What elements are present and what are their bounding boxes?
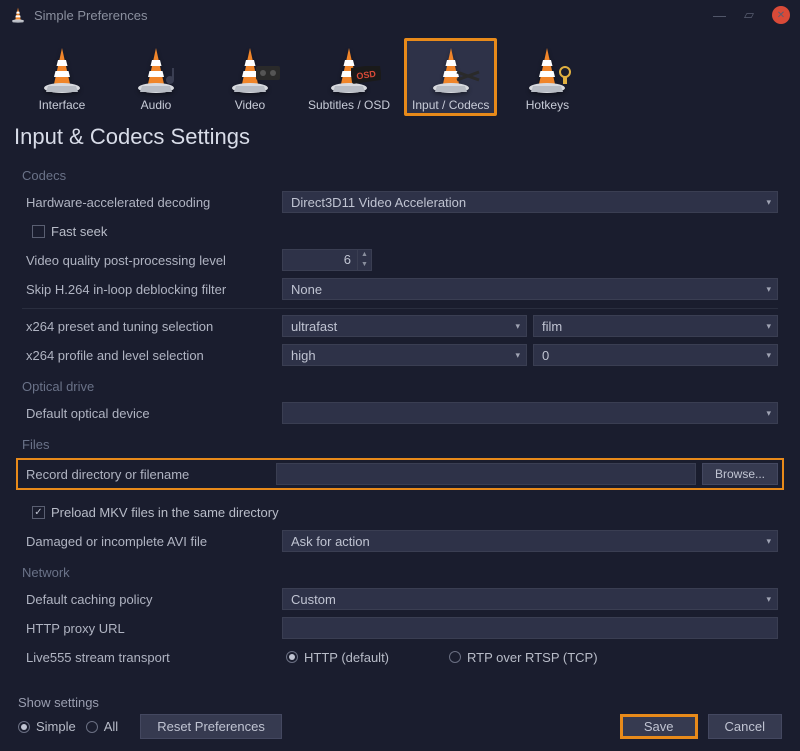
category-tabs: Interface Audio Video OSDSubtitles / OSD… xyxy=(0,30,800,120)
fast-seek-checkbox[interactable]: Fast seek xyxy=(22,224,107,239)
record-path-label: Record directory or filename xyxy=(22,467,276,482)
tab-audio[interactable]: Audio xyxy=(112,38,200,116)
show-settings-label: Show settings xyxy=(18,695,282,710)
hw-decode-select[interactable]: Direct3D11 Video Acceleration xyxy=(282,191,778,213)
checkbox-icon xyxy=(32,225,45,238)
preload-mkv-checkbox[interactable]: Preload MKV files in the same directory xyxy=(22,505,279,520)
section-codecs: Codecs xyxy=(22,160,778,189)
skip-filter-label: Skip H.264 in-loop deblocking filter xyxy=(22,282,282,297)
record-path-row: Record directory or filename Browse... xyxy=(16,458,784,490)
x264-profile-label: x264 profile and level selection xyxy=(22,348,282,363)
x264-preset-label: x264 preset and tuning selection xyxy=(22,319,282,334)
save-button[interactable]: Save xyxy=(620,714,698,739)
caching-select[interactable]: Custom xyxy=(282,588,778,610)
x264-level-select[interactable]: 0 xyxy=(533,344,778,366)
radio-simple[interactable]: Simple xyxy=(18,719,76,734)
section-files: Files xyxy=(22,429,778,458)
tab-interface[interactable]: Interface xyxy=(18,38,106,116)
x264-profile-select[interactable]: high xyxy=(282,344,527,366)
minimize-icon[interactable]: — xyxy=(713,8,726,23)
optical-device-select[interactable] xyxy=(282,402,778,424)
titlebar: Simple Preferences — ▱ ✕ xyxy=(0,0,800,30)
quality-label: Video quality post-processing level xyxy=(22,253,282,268)
radio-icon xyxy=(286,651,298,663)
hw-decode-label: Hardware-accelerated decoding xyxy=(22,195,282,210)
checkbox-icon xyxy=(32,506,45,519)
section-network: Network xyxy=(22,557,778,586)
tab-input-codecs[interactable]: Input / Codecs xyxy=(404,38,497,116)
record-path-input[interactable] xyxy=(276,463,696,485)
section-optical: Optical drive xyxy=(22,371,778,400)
app-icon xyxy=(10,7,26,23)
tab-subtitles[interactable]: OSDSubtitles / OSD xyxy=(300,38,398,116)
reset-button[interactable]: Reset Preferences xyxy=(140,714,282,739)
radio-rtsp[interactable]: RTP over RTSP (TCP) xyxy=(449,650,598,665)
page-title: Input & Codecs Settings xyxy=(0,120,800,160)
avi-label: Damaged or incomplete AVI file xyxy=(22,534,282,549)
spinner-up-icon[interactable]: ▲ xyxy=(358,250,371,260)
window-title: Simple Preferences xyxy=(34,8,713,23)
proxy-label: HTTP proxy URL xyxy=(22,621,282,636)
quality-spinner[interactable]: 6▲▼ xyxy=(282,249,372,271)
radio-icon xyxy=(449,651,461,663)
live555-label: Live555 stream transport xyxy=(22,650,282,665)
proxy-input[interactable] xyxy=(282,617,778,639)
x264-preset-select[interactable]: ultrafast xyxy=(282,315,527,337)
skip-filter-select[interactable]: None xyxy=(282,278,778,300)
footer: Show settings Simple All Reset Preferenc… xyxy=(0,687,800,751)
browse-button[interactable]: Browse... xyxy=(702,463,778,485)
optical-device-label: Default optical device xyxy=(22,406,282,421)
close-icon[interactable]: ✕ xyxy=(772,6,790,24)
radio-icon xyxy=(86,721,98,733)
avi-select[interactable]: Ask for action xyxy=(282,530,778,552)
spinner-down-icon[interactable]: ▼ xyxy=(358,260,371,270)
radio-icon xyxy=(18,721,30,733)
caching-label: Default caching policy xyxy=(22,592,282,607)
x264-tuning-select[interactable]: film xyxy=(533,315,778,337)
radio-all[interactable]: All xyxy=(86,719,118,734)
cancel-button[interactable]: Cancel xyxy=(708,714,782,739)
maximize-icon[interactable]: ▱ xyxy=(744,7,754,23)
tab-hotkeys[interactable]: Hotkeys xyxy=(503,38,591,116)
tab-video[interactable]: Video xyxy=(206,38,294,116)
radio-http[interactable]: HTTP (default) xyxy=(286,650,389,665)
